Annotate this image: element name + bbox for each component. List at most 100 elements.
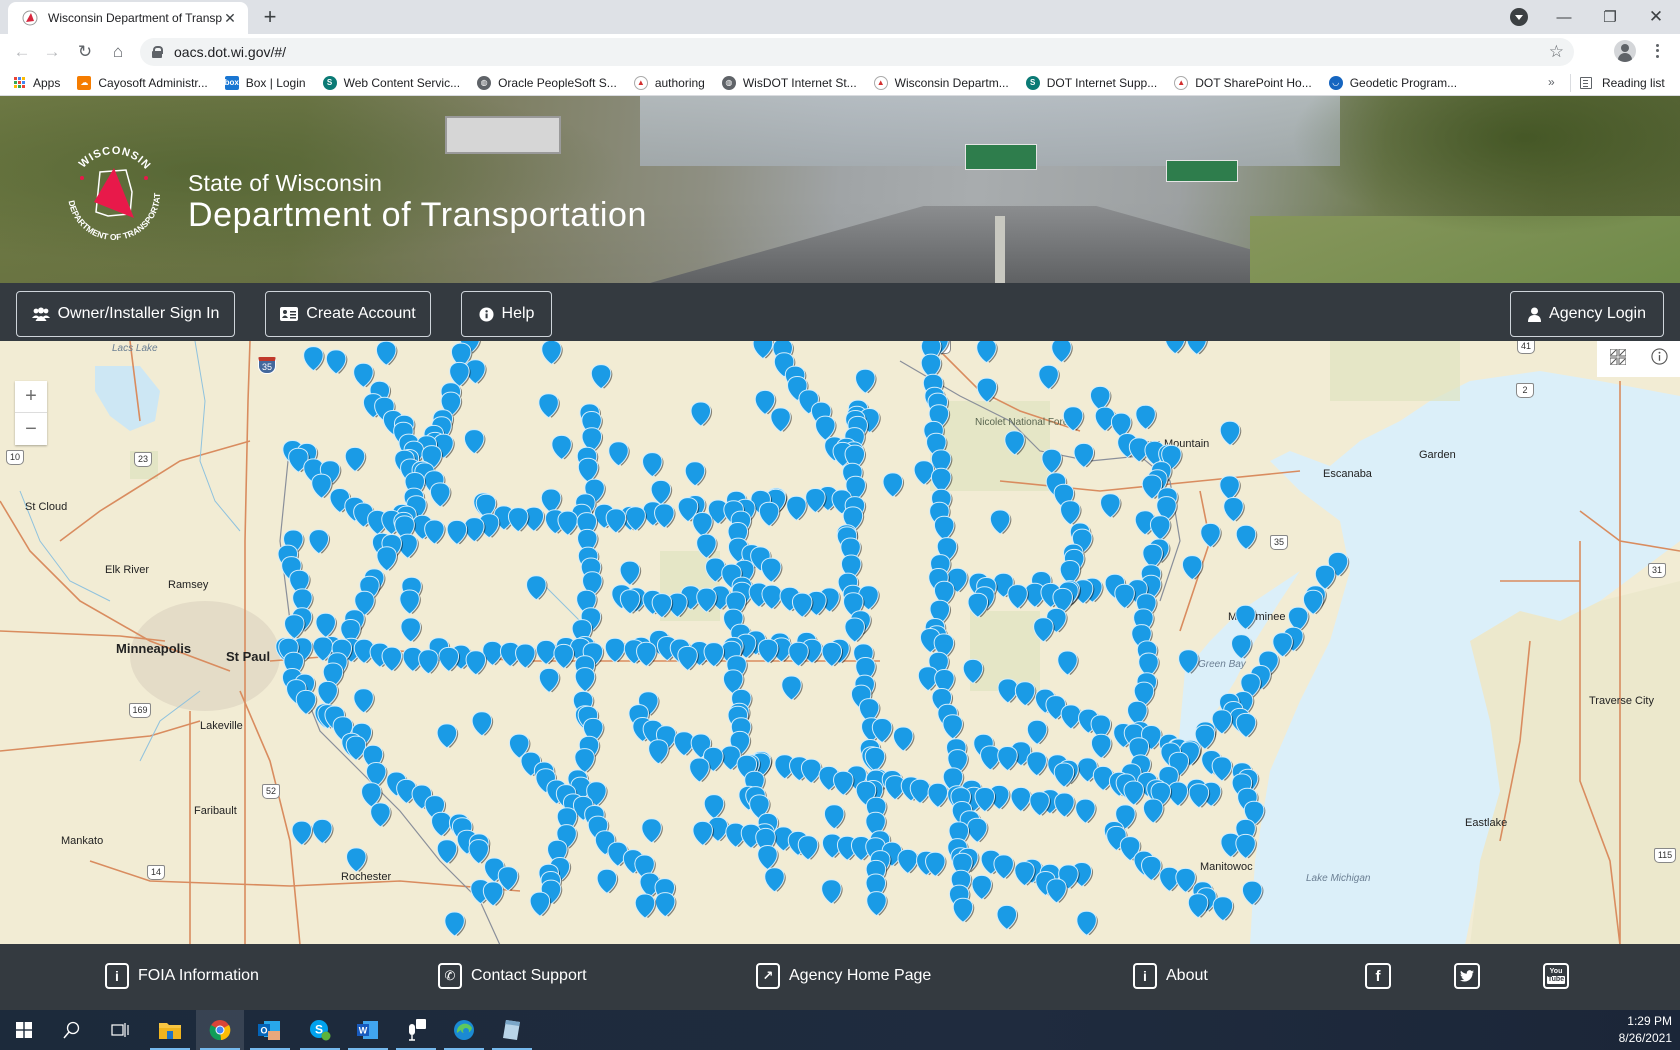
site-marker-pin[interactable] [515, 643, 536, 669]
system-clock[interactable]: 1:29 PM 8/26/2021 [1619, 1013, 1672, 1047]
site-marker[interactable] [507, 507, 530, 533]
site-marker-pin[interactable] [892, 726, 914, 752]
owner-installer-signin-button[interactable]: Owner/Installer Sign In [16, 291, 235, 337]
browser-menu-icon[interactable] [1652, 40, 1662, 62]
browser-tab-active[interactable]: Wisconsin Department of Transp ✕ [8, 2, 248, 34]
site-marker[interactable] [993, 854, 1015, 880]
site-marker[interactable] [641, 818, 663, 844]
bookmark-dot-internet-support[interactable]: S DOT Internet Supp... [1025, 75, 1157, 90]
site-marker-pin[interactable] [1149, 515, 1171, 541]
site-marker[interactable] [1041, 448, 1063, 474]
site-marker[interactable] [996, 904, 1019, 931]
site-marker-pin[interactable] [577, 457, 599, 483]
site-marker[interactable] [844, 617, 866, 643]
site-marker-pin[interactable] [1123, 780, 1144, 806]
site-marker[interactable] [353, 688, 375, 714]
site-marker-pin[interactable] [1181, 555, 1203, 581]
bookmark-star-icon[interactable]: ☆ [1549, 42, 1564, 62]
site-marker-pin[interactable] [541, 341, 562, 365]
site-marker-pin[interactable] [1041, 448, 1062, 474]
back-icon[interactable]: ← [10, 40, 34, 64]
site-marker[interactable] [967, 592, 990, 618]
site-marker-pin[interactable] [882, 472, 904, 498]
site-marker-pin[interactable] [463, 429, 485, 455]
site-marker[interactable] [971, 874, 993, 901]
site-marker[interactable] [1007, 584, 1029, 610]
site-marker[interactable] [1235, 604, 1257, 630]
site-marker-pin[interactable] [781, 675, 802, 701]
tab-search-icon[interactable] [1510, 8, 1528, 26]
site-marker[interactable] [758, 501, 781, 527]
bookmark-wisconsin-dept[interactable]: ▲ Wisconsin Departm... [873, 75, 1009, 90]
site-marker[interactable] [1142, 798, 1165, 824]
site-marker-pin[interactable] [574, 667, 596, 693]
twitter-icon[interactable] [1454, 963, 1480, 989]
site-marker[interactable] [608, 441, 630, 467]
site-marker-pin[interactable] [1211, 756, 1233, 782]
taskbar-outlook[interactable]: O [246, 1010, 294, 1050]
site-marker-pin[interactable] [1026, 719, 1048, 745]
site-marker-pin[interactable] [400, 617, 421, 643]
site-marker-pin[interactable] [344, 446, 366, 473]
site-marker-pin[interactable] [436, 839, 458, 865]
site-marker-pin[interactable] [590, 364, 612, 390]
site-marker[interactable] [446, 519, 469, 546]
site-marker-pin[interactable] [1051, 341, 1072, 364]
site-marker[interactable] [1212, 896, 1235, 922]
bookmark-authoring[interactable]: ▲ authoring [633, 75, 705, 90]
site-marker-pin[interactable] [764, 867, 785, 893]
site-marker[interactable] [892, 726, 915, 752]
site-marker[interactable] [933, 515, 956, 541]
bookmark-cayosoft[interactable]: ☁ Cayosoft Administr... [77, 75, 208, 90]
site-marker[interactable] [1114, 583, 1136, 609]
site-marker-pin[interactable] [507, 507, 529, 533]
site-marker[interactable] [399, 589, 421, 615]
site-marker-pin[interactable] [677, 645, 698, 672]
site-marker[interactable] [791, 592, 814, 618]
site-marker[interactable] [760, 557, 783, 583]
taskbar-voice-recorder[interactable] [392, 1010, 440, 1050]
site-marker-pin[interactable] [692, 511, 713, 538]
site-marker[interactable] [596, 868, 619, 894]
site-marker[interactable] [692, 511, 714, 538]
site-marker-pin[interactable] [1186, 341, 1207, 356]
site-marker[interactable] [821, 879, 843, 905]
site-marker-pin[interactable] [976, 341, 997, 364]
site-marker[interactable] [284, 614, 306, 640]
site-marker[interactable] [1010, 786, 1033, 813]
site-marker-pin[interactable] [703, 794, 725, 820]
site-marker[interactable] [538, 393, 560, 419]
contact-support-link[interactable]: ✆ Contact Support [438, 944, 587, 1008]
site-marker[interactable] [1046, 878, 1068, 904]
site-marker-pin[interactable] [1223, 496, 1244, 523]
site-marker-pin[interactable] [1178, 649, 1199, 675]
site-marker-pin[interactable] [1141, 855, 1162, 882]
map-view[interactable]: Lacs Lake St Cloud Elk River Ramsey Minn… [0, 341, 1680, 945]
site-marker[interactable] [1165, 341, 1187, 355]
site-marker-pin[interactable] [353, 688, 374, 714]
site-marker-pin[interactable] [1231, 634, 1252, 660]
reading-list-button[interactable]: Reading list [1580, 70, 1665, 96]
site-marker-pin[interactable] [636, 641, 657, 667]
site-markers-layer[interactable] [0, 341, 1680, 945]
site-marker-pin[interactable] [1175, 867, 1196, 894]
site-marker[interactable] [989, 509, 1012, 535]
site-marker-pin[interactable] [399, 589, 420, 615]
site-marker[interactable] [1075, 798, 1097, 824]
site-marker-pin[interactable] [761, 584, 782, 610]
site-marker-pin[interactable] [791, 592, 813, 618]
site-marker[interactable] [436, 839, 459, 865]
site-marker-pin[interactable] [376, 546, 397, 572]
reload-icon[interactable]: ↻ [73, 40, 97, 64]
site-marker[interactable] [703, 794, 726, 820]
site-marker[interactable] [805, 487, 827, 514]
site-marker[interactable] [752, 341, 775, 360]
site-marker-pin[interactable] [797, 835, 819, 861]
site-marker-pin[interactable] [315, 612, 336, 638]
taskbar-chrome[interactable] [196, 1010, 244, 1050]
site-marker[interactable] [1038, 364, 1060, 390]
site-marker-pin[interactable] [553, 643, 574, 670]
site-marker-pin[interactable] [962, 658, 984, 685]
site-marker-pin[interactable] [1057, 650, 1078, 676]
site-marker[interactable] [424, 519, 446, 545]
